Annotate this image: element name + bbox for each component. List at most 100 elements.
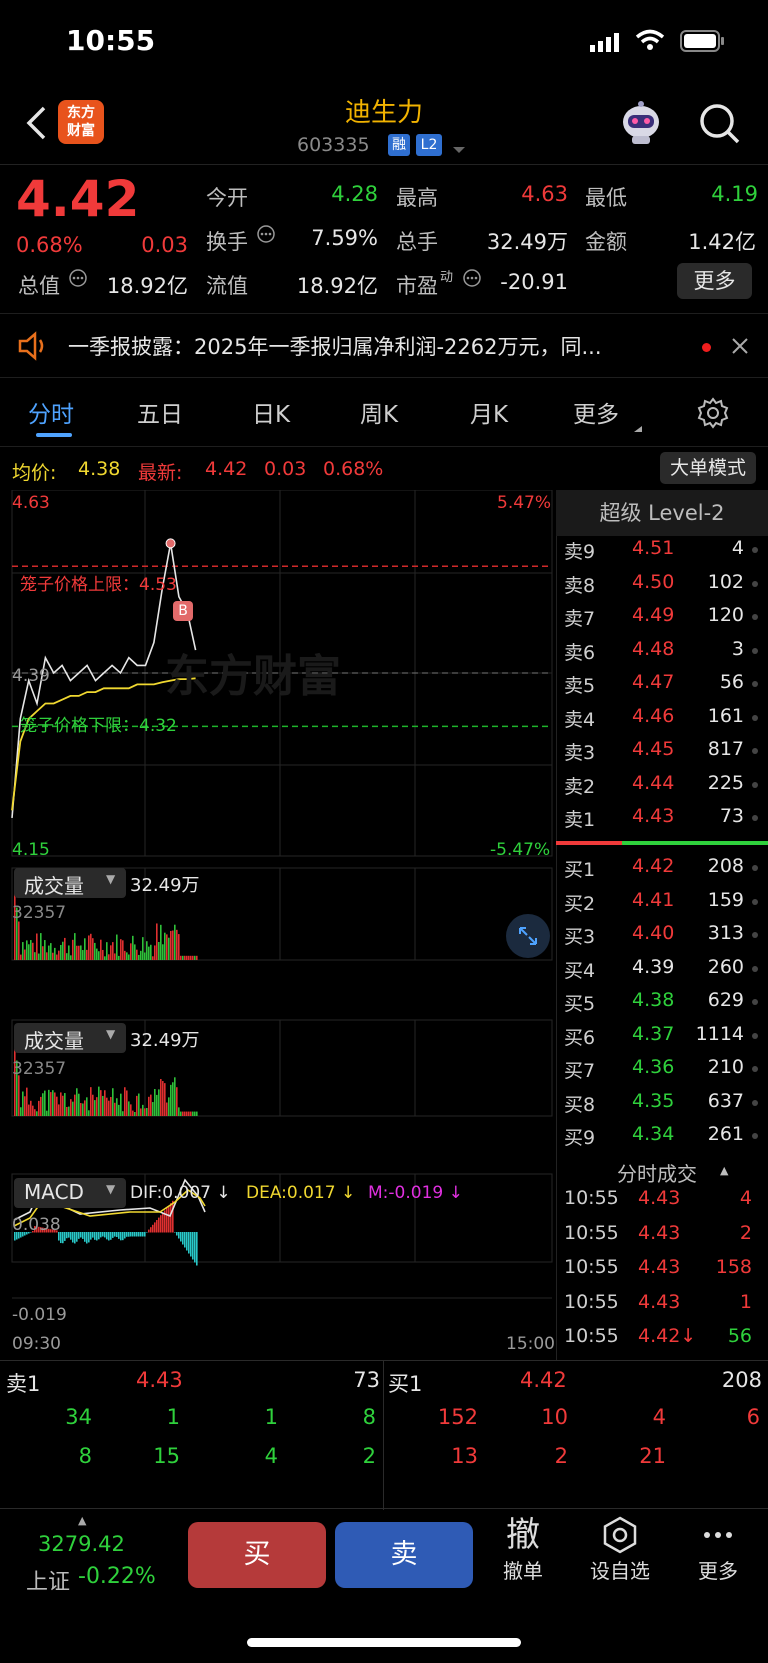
tick-row: 10:55 4.43 1 [562,1291,758,1325]
open-label: 今开 [206,186,248,210]
ticks-title[interactable]: 分时成交 [617,1158,697,1187]
more-quote-button[interactable]: 更多 [677,263,752,299]
volume-bar [94,942,96,960]
volume-bar [132,935,134,960]
add-watchlist-button[interactable]: 设自选 [584,1515,656,1584]
volume-bar [170,930,172,960]
volume-bar [72,939,74,960]
macd-bar [70,1232,72,1240]
info-icon[interactable] [68,268,88,292]
amount-value: 1.42亿 [688,230,756,254]
volume-label: 成交量 [24,874,84,898]
level-dot [752,1133,758,1139]
info-icon[interactable] [256,224,276,248]
volume-bar [84,1100,86,1116]
volume-bar [100,1090,102,1116]
volume-bar [162,1081,164,1116]
volume-bar [62,1095,64,1116]
macd-bar [140,1232,142,1237]
level-dot [752,714,758,721]
latest-price: 4.42 [205,458,248,480]
current-price: 4.42 [16,170,140,228]
up-arrow-icon: ▲ [78,1514,87,1527]
volume-bar [150,1094,152,1116]
tab-more-arrow-icon [633,418,643,437]
more-button[interactable]: 更多 [688,1515,748,1584]
level-dot [752,781,758,788]
queue-order-size: 6 [746,1405,760,1429]
volume-bar [136,1095,138,1116]
volume-indicator-select[interactable]: 成交量 ▼ [14,1023,126,1053]
macd-indicator-select[interactable]: MACD ▼ [14,1178,126,1208]
macd-bar [158,1217,160,1233]
dropdown-icon[interactable] [452,140,466,159]
level-price: 4.39 [632,955,675,978]
index-value[interactable]: 3279.42 [38,1532,125,1556]
volume-bar [136,949,138,960]
pct-bottom-label: -5.47% [490,840,551,860]
macd-bar [156,1220,158,1233]
tab-five-day[interactable]: 五日 [137,395,183,429]
volume-bar [72,1101,74,1116]
level2-title[interactable]: 超级 Level-2 [556,490,768,536]
macd-bar [94,1232,96,1240]
ask-row: 卖7 4.49 120 [562,604,758,637]
volume-bar [178,934,180,960]
volume-bar [96,948,98,960]
large-order-mode-button[interactable]: 大单模式 [660,452,756,484]
pct-top-label: 5.47% [497,493,552,513]
tick-time: 10:55 [564,1256,619,1278]
tick-price: 4.43 [638,1221,681,1244]
buy-button[interactable]: 买 [188,1522,326,1588]
volume-bar [92,1094,94,1116]
close-icon[interactable] [730,336,750,360]
macd-bar [130,1232,132,1237]
macd-bar [114,1232,116,1237]
volume-indicator-select[interactable]: 成交量 ▼ [14,868,126,898]
macd-bar [100,1232,102,1238]
settings-gear-icon[interactable] [697,397,729,433]
tab-weekly-k[interactable]: 周K [360,395,398,429]
macd-bar [120,1232,122,1241]
info-icon[interactable] [462,268,482,292]
level-price: 4.40 [632,922,675,944]
volume-bar [20,1107,22,1116]
tab-more[interactable]: 更多 [573,395,619,429]
bid-row: 买6 4.37 1114 [562,1023,758,1056]
announcement-bar[interactable]: 一季报披露：2025年一季报归属净利润-2262万元，同... [0,313,768,378]
macd-bar [196,1232,198,1266]
volume-bar [174,1077,176,1116]
tick-row: 10:55 4.43 158 [562,1256,758,1290]
pe-value: -20.91 [500,270,568,294]
intraday-chart[interactable] [0,490,556,1360]
volume-bar [146,941,148,960]
level-dot [752,1032,758,1039]
tick-price: 4.43 [638,1290,681,1313]
buy-marker[interactable]: B [173,601,193,621]
queue-order-size: 2 [362,1444,376,1468]
queue-order-size: 8 [78,1444,92,1468]
avg-price-value: 4.38 [78,458,121,480]
macd-bar [98,1232,100,1240]
bid-row: 买1 4.42 208 [562,855,758,888]
level-price: 4.35 [632,1089,675,1112]
tab-daily-k[interactable]: 日K [252,395,290,429]
level-price: 4.48 [632,637,675,660]
queue-order-size: 15 [153,1444,180,1468]
level-dot [752,614,758,620]
search-icon[interactable] [698,102,742,150]
robot-assistant-icon[interactable] [618,100,664,150]
volume-label: 成交量 [24,1029,84,1053]
tab-monthly-k[interactable]: 月K [470,395,508,429]
macd-bar [124,1232,126,1239]
level-price: 4.43 [632,805,675,827]
cancel-order-button[interactable]: 撤 撤单 [490,1515,556,1584]
tab-intraday[interactable]: 分时 [28,395,74,429]
volume-bar [36,1111,38,1116]
low-value: 4.19 [711,182,758,206]
macd-bar [178,1232,180,1239]
volume-bar [94,1100,96,1116]
sell-button[interactable]: 卖 [335,1522,473,1588]
macd-bar [166,1208,168,1233]
expand-icon[interactable] [506,914,550,958]
